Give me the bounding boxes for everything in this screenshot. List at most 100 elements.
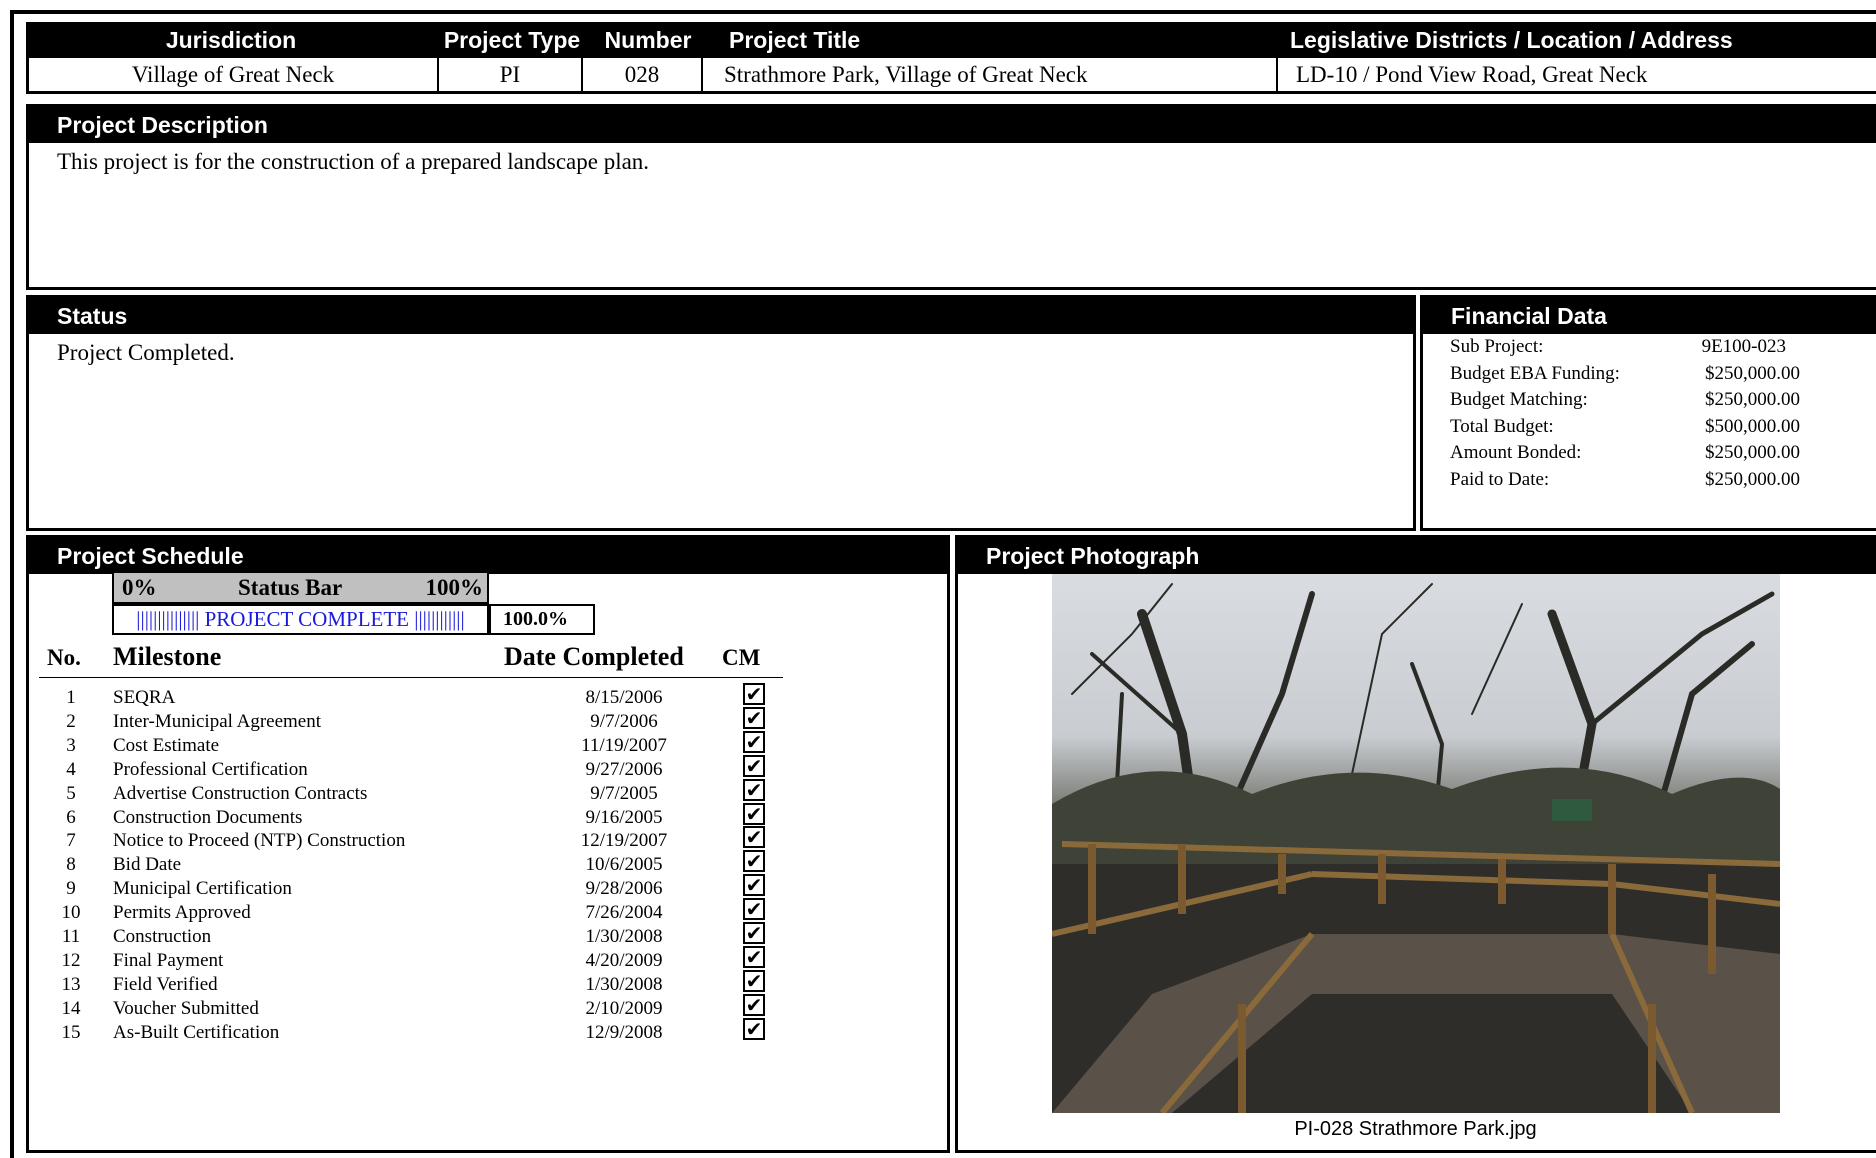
- milestone-name: Cost Estimate: [113, 734, 220, 756]
- milestone-date: 10/6/2005: [585, 854, 663, 876]
- financial-value: $500,000.00: [1705, 415, 1800, 437]
- cm-checkbox[interactable]: ✔: [743, 706, 765, 729]
- milestone-date: 7/26/2004: [585, 902, 663, 924]
- number-header: Number: [604, 26, 692, 53]
- col-no-header: No.: [47, 645, 81, 670]
- milestone-name: SEQRA: [113, 687, 176, 708]
- milestone-number: 3: [66, 734, 76, 756]
- milestone-name: Advertise Construction Contracts: [113, 782, 368, 804]
- financial-label: Sub Project:: [1450, 336, 1544, 357]
- cm-checkbox[interactable]: ✔: [743, 850, 765, 873]
- milestone-number: 5: [66, 782, 76, 804]
- status-section: Status Project Completed.: [26, 295, 1416, 531]
- milestone-number: 6: [66, 806, 76, 828]
- milestone-number: 15: [61, 1021, 81, 1043]
- milestone-date: 12/9/2008: [585, 1021, 663, 1043]
- milestone-date: 4/20/2009: [585, 949, 663, 971]
- milestone-date: 9/28/2006: [585, 878, 663, 900]
- milestone-name: Voucher Submitted: [113, 997, 259, 1019]
- financial-section: Financial Data Sub Project: 9E100-023 Budg…: [1420, 295, 1876, 531]
- financial-value: 9E100-023: [1701, 336, 1786, 357]
- description-text: This project is for the construction of …: [57, 149, 650, 174]
- milestone-row: 15 As-Built Certification 12/9/2008 ✔: [29, 1017, 789, 1046]
- cm-checkbox[interactable]: ✔: [743, 993, 765, 1016]
- schedule-section: Project Schedule 0% Status Bar 100% ||||…: [26, 535, 950, 1153]
- photo-illustration: [1052, 583, 1780, 1113]
- milestone-name: Permits Approved: [113, 902, 251, 924]
- financial-value: $250,000.00: [1705, 442, 1800, 464]
- schedule-title: Project Schedule: [29, 538, 947, 574]
- project-type-header: Project Type: [443, 26, 581, 53]
- cm-checkbox[interactable]: ✔: [743, 922, 765, 944]
- cm-checkbox[interactable]: ✔: [743, 898, 765, 921]
- financial-label: Budget Matching:: [1450, 389, 1588, 411]
- milestone-number: 12: [61, 949, 81, 971]
- milestone-date: 9/16/2005: [585, 806, 663, 828]
- milestone-date: 9/27/2006: [585, 758, 663, 780]
- jurisdiction-header: Jurisdiction: [165, 26, 297, 53]
- photo-section: Project Photograph PI-028 Strathmore Par…: [955, 535, 1876, 1153]
- col-milestone-header: Milestone: [113, 642, 222, 671]
- cm-checkbox[interactable]: ✔: [743, 826, 765, 849]
- photo-caption: PI-028 Strathmore Park.jpg: [1294, 1118, 1537, 1140]
- info-value-row: Village of Great Neck PI 028 Strathmore …: [26, 58, 1876, 94]
- financial-label: Total Budget:: [1450, 415, 1554, 437]
- financial-value: $250,000.00: [1705, 389, 1800, 411]
- financial-label: Paid to Date:: [1450, 469, 1550, 490]
- milestone-number: 11: [61, 926, 81, 947]
- status-title: Status: [29, 298, 1413, 334]
- jurisdiction-value: Village of Great Neck: [29, 58, 439, 91]
- milestone-name: As-Built Certification: [113, 1021, 280, 1043]
- project-title-value: Strathmore Park, Village of Great Neck: [703, 58, 1278, 91]
- milestone-date: 1/30/2008: [585, 973, 663, 995]
- status-progress-bar: ||||||||||||||| PROJECT COMPLETE |||||||…: [112, 604, 489, 635]
- financial-title: Financial Data: [1423, 298, 1876, 334]
- milestone-date: 2/10/2009: [585, 997, 663, 1019]
- milestone-date: 1/30/2008: [585, 926, 663, 947]
- financial-label: Budget EBA Funding:: [1450, 362, 1620, 384]
- milestone-name: Final Payment: [113, 949, 224, 971]
- milestone-name: Bid Date: [113, 854, 182, 876]
- status-percent: 100.0%: [489, 604, 595, 635]
- milestone-name: Professional Certification: [113, 758, 308, 780]
- cm-checkbox[interactable]: ✔: [743, 683, 765, 705]
- cm-checkbox[interactable]: ✔: [743, 945, 765, 968]
- col-date-header: Date Completed: [504, 642, 684, 671]
- milestone-number: 9: [66, 878, 76, 900]
- cm-checkbox[interactable]: ✔: [743, 730, 765, 753]
- milestone-name: Field Verified: [113, 973, 218, 995]
- photo-title: Project Photograph: [958, 538, 1876, 574]
- cm-checkbox[interactable]: ✔: [743, 1017, 765, 1040]
- status-text: Project Completed.: [57, 340, 235, 365]
- status-bar-header: 0% Status Bar 100%: [112, 571, 489, 604]
- cm-checkbox[interactable]: ✔: [743, 778, 765, 801]
- cm-checkbox[interactable]: ✔: [743, 969, 765, 992]
- project-info-table: Jurisdiction Project Type Number Project…: [26, 22, 1876, 96]
- location-header: Legislative Districts / Location / Addre…: [1290, 26, 1733, 53]
- milestone-number: 10: [61, 902, 81, 924]
- number-value: 028: [583, 58, 703, 91]
- project-type-value: PI: [439, 58, 583, 91]
- financial-value: $250,000.00: [1705, 362, 1800, 384]
- cm-checkbox[interactable]: ✔: [743, 802, 765, 825]
- col-cm-header: CM: [722, 645, 761, 670]
- info-header-row: Jurisdiction Project Type Number Project…: [26, 22, 1876, 58]
- milestone-number: 14: [61, 997, 81, 1019]
- description-section: Project Description This project is for …: [26, 104, 1876, 290]
- financial-label: Amount Bonded:: [1450, 442, 1582, 464]
- financial-value: $250,000.00: [1705, 469, 1800, 490]
- cm-checkbox[interactable]: ✔: [743, 874, 765, 897]
- milestone-number: 1: [66, 687, 76, 708]
- milestone-number: 4: [66, 758, 76, 780]
- milestone-date: 9/7/2005: [590, 782, 658, 804]
- milestone-number: 2: [66, 710, 76, 732]
- milestone-name: Notice to Proceed (NTP) Construction: [113, 830, 406, 852]
- milestone-name: Municipal Certification: [113, 878, 292, 900]
- milestone-date: 9/7/2006: [590, 710, 658, 732]
- milestone-date: 12/19/2007: [580, 830, 668, 852]
- milestone-date: 11/19/2007: [581, 734, 667, 756]
- milestone-name: Construction: [113, 926, 212, 947]
- cm-checkbox[interactable]: ✔: [743, 754, 765, 777]
- header-rule: [39, 677, 783, 678]
- milestone-number: 8: [66, 854, 76, 876]
